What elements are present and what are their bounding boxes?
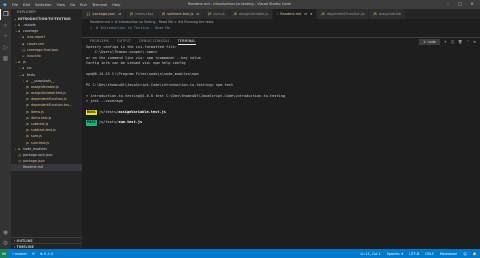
file-type-icon: JS [321,12,325,16]
tab-label: dependentFunction.js [326,12,365,16]
file-tree: › ▪ .vscode ⌄ ▪ coverage › ▪ lcov-report ◆ clover.… [11,22,82,171]
editor-tab[interactable]: JS sum.js [204,9,230,19]
file-type-icon: {} [86,12,91,16]
pass-file-name: sum.test.js [118,120,143,125]
tab-label: package.json [92,12,116,16]
file-type-icon: i [18,165,19,170]
line-number: 1 [89,26,92,30]
sync-icon[interactable]: ⟳ [32,252,35,256]
tab-label: items.test [135,12,153,16]
settings-gear-icon[interactable]: ⚙ [0,238,11,249]
editor-tab[interactable]: i Readme.md M ✕ [273,9,318,19]
tab-label: subtract.test.js [167,12,194,16]
editor-line: 1 # Introduction to Testing - Read Me [82,25,480,31]
run-file-name: assignVariable.test.js [118,109,166,114]
editor-tab[interactable]: JS subtract.test.js M [157,9,205,19]
window-controls: – □ ✕ [442,1,478,6]
modified-badge: M [118,12,122,16]
pass-badge: PASS [86,120,97,126]
file-type-icon: JS [208,12,212,16]
git-branch-icon: ⑂ [12,251,15,256]
run-debug-icon[interactable]: ▷ [0,42,11,53]
editor-tab[interactable]: {} package.json M [82,9,127,19]
close-panel-icon[interactable]: ✕ [473,40,476,44]
end-of-line[interactable]: CRLF [425,252,434,256]
search-icon[interactable]: ⌕ [0,20,11,31]
menu-item-terminal[interactable]: Terminal [92,3,107,7]
file-type-icon: JS [130,12,134,16]
menu-item-view[interactable]: View [57,3,66,7]
activity-bar: ❐ ⌕ ⑂ ▷ ▦ ◉ ⚙ [0,9,11,249]
editor-tab[interactable]: JS items.test [126,9,158,19]
editor-tabs: {} package.json M JS items.test JS subtract.te… [82,9,480,19]
encoding[interactable]: UTF-8 [409,252,419,256]
editor-tab[interactable]: JS assignVariab [369,9,406,19]
maximize-panel-icon[interactable]: ⌃ [466,40,469,44]
terminal-output[interactable]: Specify configs in the ini-formatted fil… [86,45,476,126]
close-tab-icon[interactable]: ✕ [310,12,313,16]
close-icon[interactable]: ✕ [466,1,478,6]
new-terminal-icon[interactable]: + [444,40,447,44]
file-type-icon: JS [373,12,377,16]
menu-bar: File Edit Selection View Go Run Terminal Help [12,2,125,7]
tab-label: sum.js [213,12,225,16]
menu-item-run[interactable]: Run [80,3,87,7]
notifications-icon[interactable]: 🔔 [473,252,477,256]
menu-item-selection[interactable]: Selection [35,3,52,7]
file-type-icon: JS [233,12,237,16]
menu-item-help[interactable]: Help [112,3,120,7]
feedback-icon[interactable]: ☺ [463,252,467,256]
panel-tab-terminal[interactable]: TERMINAL [177,38,196,45]
explorer-sidebar: EXPLORER ⌄ INTRODUCTION-TO-TESTING › ▪ .vs… [11,9,82,249]
explorer-title: EXPLORER [17,10,36,14]
runs-badge: RUNS [86,109,97,116]
language-mode[interactable]: Markdown [440,252,458,256]
problems-count[interactable]: ⊗ 0 ⚠ 0 [40,252,53,256]
trash-icon[interactable]: 🗑 [458,40,462,44]
tree-item-label: Readme.md [23,165,43,170]
editor-tab[interactable]: JS dependentFunction.js [317,9,370,19]
extensions-icon[interactable]: ▦ [0,53,11,64]
run-file-dir: js/tests/ [98,109,119,114]
vscode-logo-icon: ◆ [3,1,7,8]
window-title: Readme.md - introduction-to-testing - Vi… [188,2,291,6]
maximize-icon[interactable]: □ [454,1,466,6]
remote-icon[interactable]: ⋈ [0,249,8,258]
tree-item-label: lcov.info [27,53,41,58]
split-terminal-icon[interactable]: ◫ [451,40,454,44]
explorer-icon[interactable]: ❐ [0,9,11,20]
status-bar: ⋈ ⑂master ⟳ ⊗ 0 ⚠ 0 Ln 11, Col 1 Spaces:… [0,249,480,258]
panel-tab-output[interactable]: OUTPUT [117,38,131,45]
terminal-pass-line: PASS js/tests/sum.test.js [86,120,476,126]
bottom-panel: PROBLEMS OUTPUT DEBUG CONSOLE TERMINAL 1: n… [82,37,480,249]
menu-item-edit[interactable]: Edit [23,3,30,7]
file-type-icon: i [277,12,279,16]
account-icon[interactable]: ◉ [0,227,11,238]
file-type-icon: JS [161,12,166,16]
menu-item-go[interactable]: Go [70,3,75,7]
title-bar: ◆ File Edit Selection View Go Run Terminal Help… [0,0,480,9]
tab-label: assignVariable.js [238,12,269,16]
panel-tab-problems[interactable]: PROBLEMS [90,38,109,45]
pass-file-dir: js/tests/ [98,120,119,125]
tree-item[interactable]: i Readme.md [11,164,82,171]
line-text: # Introduction to Testing - Read Me [96,26,170,30]
editor-tab[interactable]: JS assignVariable.js [229,9,274,19]
tab-label: assignVariab [378,12,401,16]
modified-badge: M [196,12,200,16]
project-name: INTRODUCTION-TO-TESTING [18,17,71,21]
menu-item-file[interactable]: File [12,3,18,7]
minimize-icon[interactable]: – [442,1,454,6]
cursor-position[interactable]: Ln 11, Col 1 [361,252,381,256]
source-control-icon[interactable]: ⑂ [0,31,11,42]
modified-badge: M [304,12,307,16]
tab-label: Readme.md [280,12,302,16]
indentation[interactable]: Spaces: 4 [387,252,403,256]
git-branch[interactable]: master [15,252,27,256]
panel-tab-debug-console[interactable]: DEBUG CONSOLE [139,38,170,45]
